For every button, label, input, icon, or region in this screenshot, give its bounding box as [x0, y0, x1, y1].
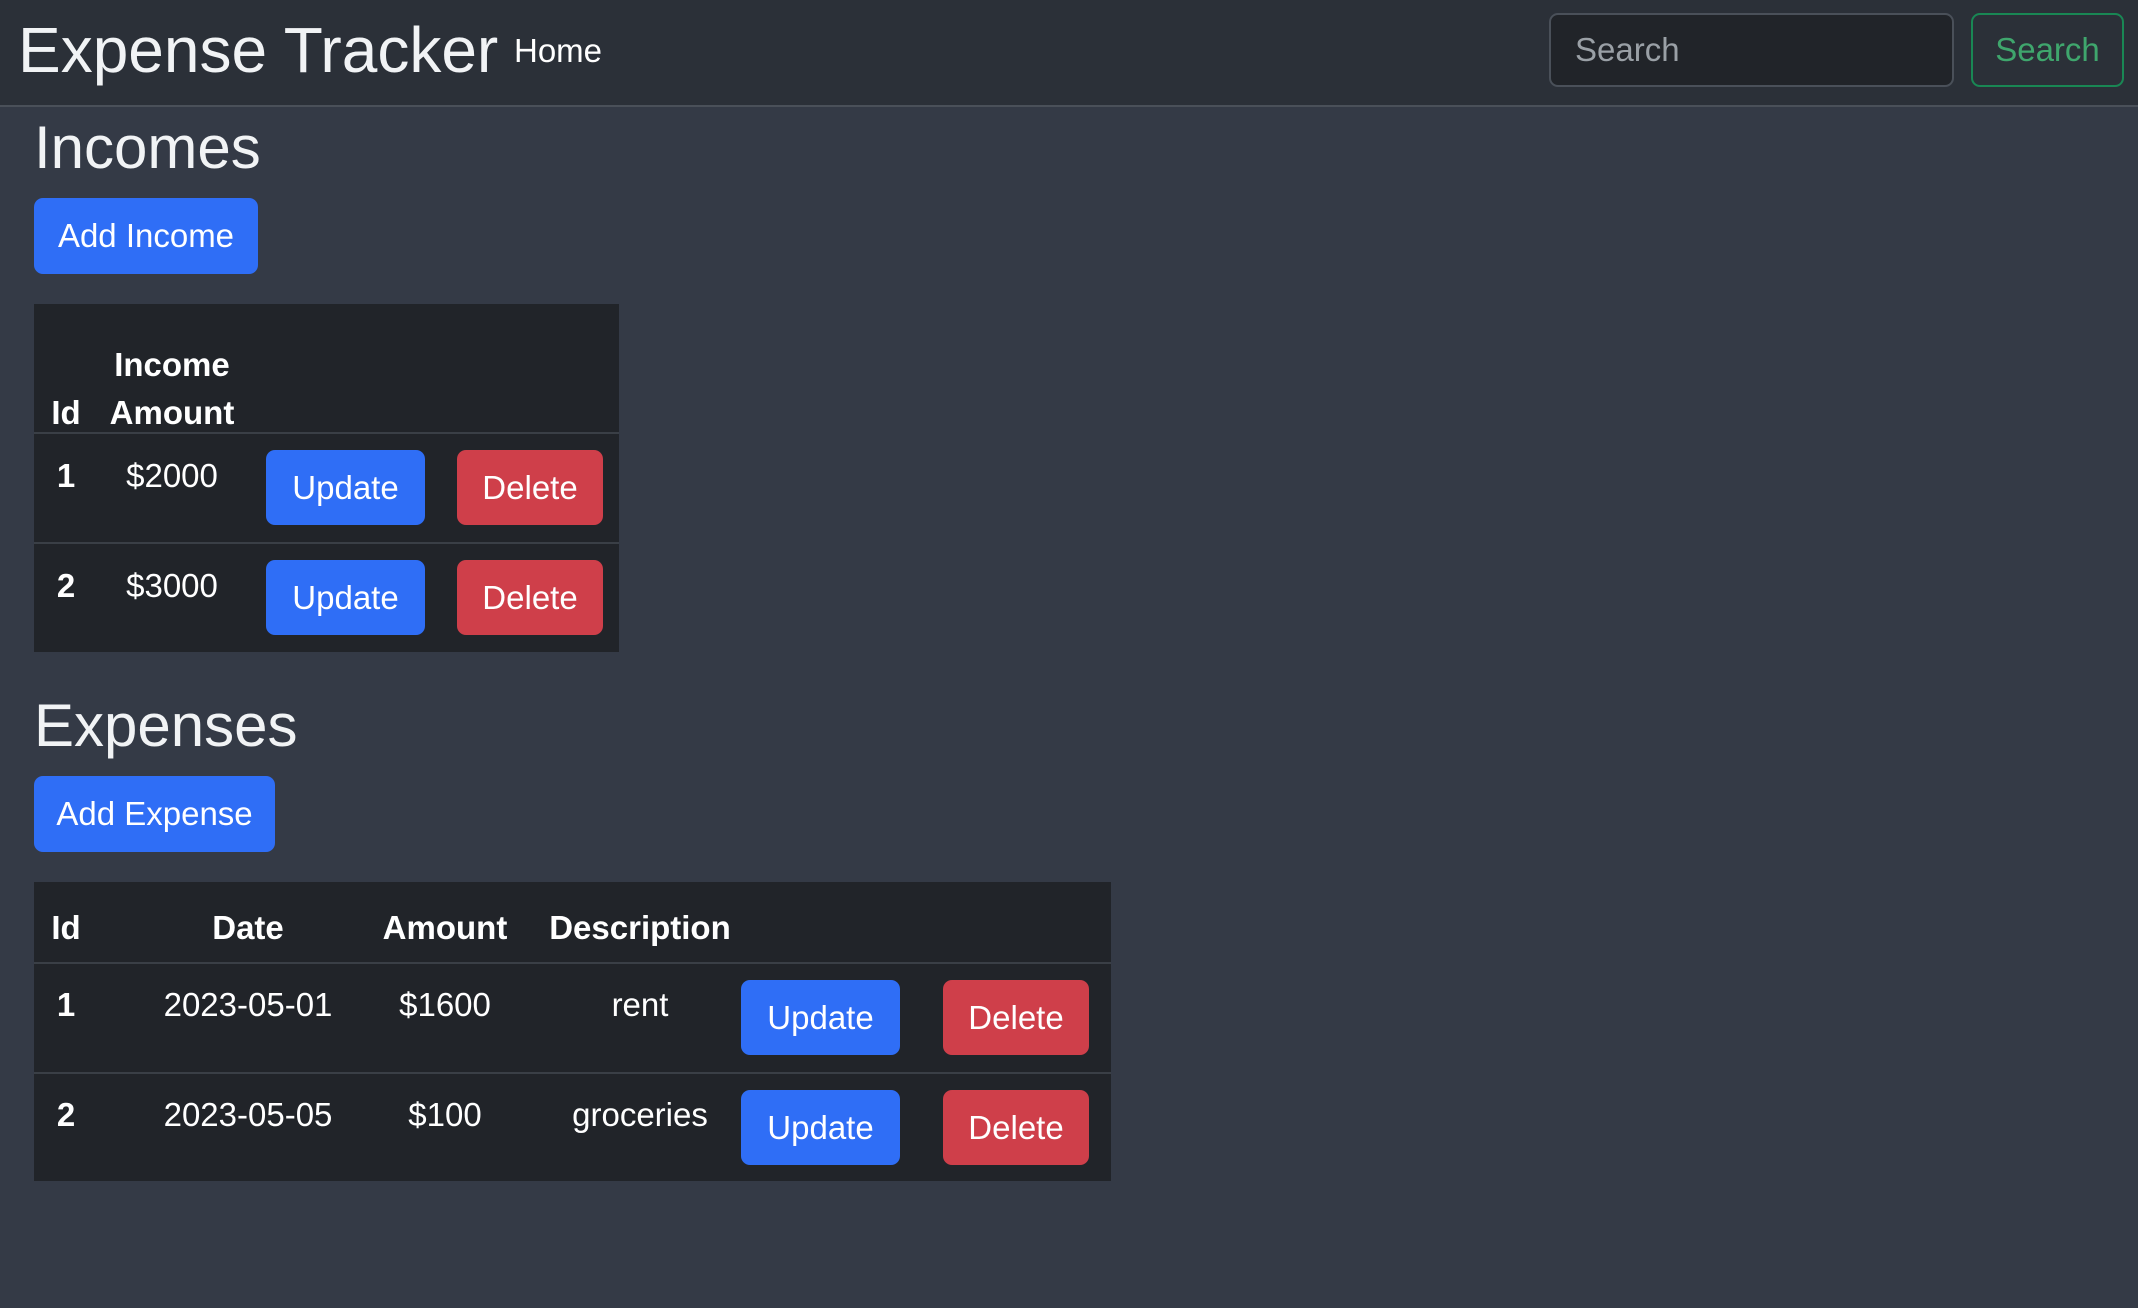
navbar: Expense Tracker Home Search: [0, 0, 2138, 107]
expense-description: rent: [611, 986, 669, 1023]
row-divider: [34, 542, 619, 544]
update-expense-button[interactable]: Update: [741, 980, 900, 1055]
expenses-table: Id Date Amount Description 1 2023-05-01 …: [34, 882, 1111, 1181]
delete-income-button[interactable]: Delete: [457, 560, 603, 635]
delete-expense-button[interactable]: Delete: [943, 980, 1089, 1055]
incomes-title: Incomes: [34, 114, 261, 181]
update-income-button[interactable]: Update: [266, 450, 425, 525]
column-header-id: Id: [51, 909, 81, 946]
delete-income-button[interactable]: Delete: [457, 450, 603, 525]
header-divider: [34, 432, 619, 434]
income-amount: $2000: [126, 457, 218, 494]
add-expense-button[interactable]: Add Expense: [34, 776, 275, 852]
income-amount: $3000: [126, 567, 218, 604]
update-expense-button[interactable]: Update: [741, 1090, 900, 1165]
app-brand[interactable]: Expense Tracker: [18, 10, 498, 90]
header-divider: [34, 962, 1111, 964]
update-income-button[interactable]: Update: [266, 560, 425, 635]
add-income-button[interactable]: Add Income: [34, 198, 258, 274]
incomes-table: Id Income Amount 1 $2000 Update Delete 2…: [34, 304, 619, 652]
column-header-id: Id: [51, 394, 81, 431]
expense-id: 1: [56, 986, 76, 1023]
delete-expense-button[interactable]: Delete: [943, 1090, 1089, 1165]
row-divider: [34, 1072, 1111, 1074]
search-button[interactable]: Search: [1971, 13, 2124, 87]
income-id: 1: [56, 457, 76, 494]
expense-description: groceries: [572, 1096, 708, 1133]
income-id: 2: [56, 567, 76, 604]
nav-home-link[interactable]: Home: [514, 30, 602, 72]
column-header-income-line2: Amount: [109, 394, 235, 431]
search-input[interactable]: [1549, 13, 1954, 87]
expenses-title: Expenses: [34, 692, 298, 759]
column-header-description: Description: [549, 909, 731, 946]
expense-id: 2: [56, 1096, 76, 1133]
column-header-income-line1: Income: [114, 346, 230, 383]
